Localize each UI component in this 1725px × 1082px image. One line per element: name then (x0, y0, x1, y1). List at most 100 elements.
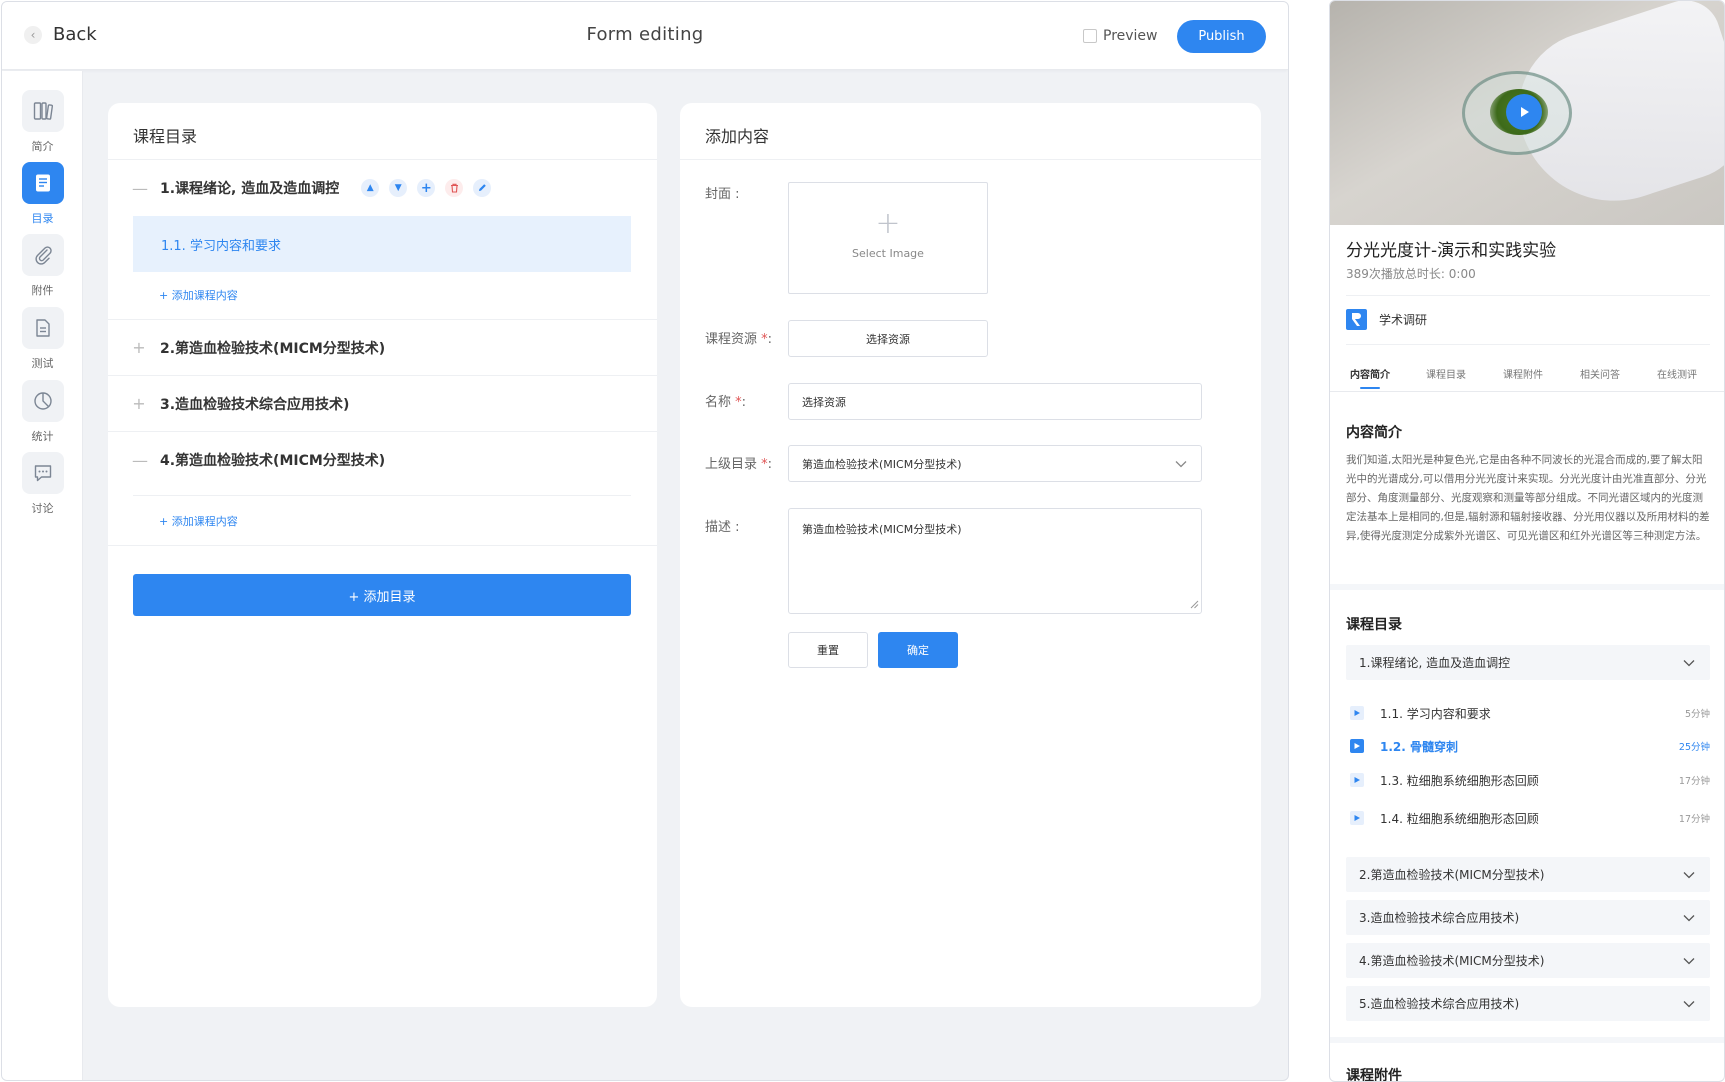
chapter-actions: ▲ ▼ + (361, 179, 501, 197)
publish-button[interactable]: Publish (1177, 20, 1266, 53)
mobile-preview: 分光光度计-演示和实践实验 389次播放总时长: 0:00 学术调研 内容简介 … (1329, 0, 1725, 1082)
lesson-item[interactable]: 1.4. 粒细胞系统细胞形态回顾 17分钟 (1346, 808, 1710, 828)
author-name: 学术调研 (1379, 313, 1428, 327)
add-content-link[interactable]: + 添加课程内容 (159, 513, 238, 529)
lesson-item[interactable]: 1.3. 粒细胞系统细胞形态回顾 17分钟 (1346, 770, 1710, 790)
expand-icon[interactable]: + (132, 338, 146, 357)
chapter-row[interactable]: + 3.造血检验技术综合应用技术) (108, 376, 657, 432)
chapter-row[interactable]: — 4.第造血检验技术(MICM分型技术) (108, 432, 657, 488)
resource-label: 课程资源 (705, 332, 758, 347)
video-meta: 389次播放总时长: 0:00 (1346, 267, 1476, 281)
catalog-sub-item[interactable]: 1.1. 学习内容和要求 (133, 216, 631, 272)
video-title: 分光光度计-演示和实践实验 (1346, 241, 1557, 261)
catalog-title: 课程目录 (108, 103, 657, 160)
chapter-accordion[interactable]: 3.造血检验技术综合应用技术) (1346, 900, 1710, 935)
chapter-accordion[interactable]: 2.第造血检验技术(MICM分型技术) (1346, 857, 1710, 892)
parent-select[interactable]: 第造血检验技术(MICM分型技术) (788, 445, 1202, 482)
add-content-link[interactable]: + 添加课程内容 (159, 287, 238, 303)
add-directory-button[interactable]: + 添加目录 (133, 574, 631, 616)
lesson-duration: 5分钟 (1684, 709, 1710, 720)
lesson-title: 1.2. 骨髓穿刺 (1380, 739, 1458, 754)
parent-label: 上级目录 (705, 457, 758, 472)
lesson-item[interactable]: 1.1. 学习内容和要求 5分钟 (1346, 703, 1710, 723)
catalog-heading: 课程目录 (1346, 617, 1402, 633)
divider (1330, 391, 1724, 392)
paperclip-icon (21, 234, 64, 276)
checkbox-icon[interactable] (1083, 29, 1097, 43)
nav-label: 目录 (31, 212, 54, 225)
divider (133, 495, 631, 496)
chapter-accordion[interactable]: 1.课程绪论, 造血及造血调控 (1346, 645, 1710, 680)
lesson-item[interactable]: 1.2. 骨髓穿刺 25分钟 (1346, 736, 1710, 756)
chapter-accordion[interactable]: 5.造血检验技术综合应用技术) (1346, 986, 1710, 1021)
attachments-heading: 课程附件 (1346, 1068, 1402, 1082)
tab-intro[interactable]: 内容简介 (1350, 366, 1390, 389)
chat-icon (21, 452, 64, 494)
top-bar: ‹ Back Form editing Preview Publish (2, 2, 1288, 70)
nav-item-catalog[interactable]: 目录 (2, 162, 83, 226)
confirm-button[interactable]: 确定 (878, 632, 958, 668)
chevron-down-icon (1682, 911, 1696, 928)
author-row[interactable]: 学术调研 (1346, 309, 1427, 330)
reset-button[interactable]: 重置 (788, 632, 868, 668)
nav-item-attachments[interactable]: 附件 (2, 234, 83, 298)
document-icon (21, 162, 64, 204)
cover-label: 封面 : (705, 187, 740, 202)
chevron-down-icon (1682, 997, 1696, 1014)
select-resource-button[interactable]: 选择资源 (788, 320, 988, 357)
colon: : (767, 457, 773, 472)
play-icon (1350, 773, 1364, 787)
section-divider (1330, 584, 1724, 590)
plus-icon: + (875, 206, 901, 241)
nav-label: 简介 (31, 140, 54, 153)
play-icon[interactable] (1506, 94, 1542, 130)
move-up-icon[interactable]: ▲ (361, 179, 380, 197)
intro-heading: 内容简介 (1346, 425, 1402, 441)
play-icon (1350, 811, 1364, 825)
tab-assessment[interactable]: 在线测评 (1657, 366, 1697, 381)
section-divider (1330, 1037, 1724, 1043)
chapter-accordion[interactable]: 4.第造血检验技术(MICM分型技术) (1346, 943, 1710, 978)
video-player[interactable] (1330, 1, 1724, 225)
add-content-panel: 添加内容 封面 : + Select Image 课程资源 *: 选择资源 名称… (680, 103, 1261, 1007)
tab-attachments[interactable]: 课程附件 (1503, 366, 1543, 381)
chapter-row[interactable]: + 2.第造血检验技术(MICM分型技术) (108, 320, 657, 376)
colon: : (741, 395, 747, 410)
catalog-panel: 课程目录 — 1.课程绪论, 造血及造血调控 ▲ ▼ + 1.1. 学习内容和要… (108, 103, 657, 1007)
collapse-icon[interactable]: — (132, 179, 148, 198)
chapter-name: 3.造血检验技术综合应用技术) (160, 396, 350, 413)
edit-icon[interactable] (473, 179, 492, 197)
name-input[interactable]: 选择资源 (788, 383, 1202, 420)
move-down-icon[interactable]: ▼ (389, 179, 408, 197)
desc-textarea[interactable]: 第造血检验技术(MICM分型技术) (788, 508, 1202, 614)
chapter-row[interactable]: — 1.课程绪论, 造血及造血调控 ▲ ▼ + (108, 160, 657, 216)
add-icon[interactable]: + (417, 179, 436, 197)
tab-catalog[interactable]: 课程目录 (1426, 366, 1466, 381)
nav-item-discussion[interactable]: 讨论 (2, 452, 83, 516)
book-icon (21, 90, 64, 132)
resource-label-row: 课程资源 *: (705, 328, 772, 347)
cover-upload[interactable]: + Select Image (788, 182, 988, 294)
preview-checkbox[interactable]: Preview (1083, 28, 1158, 44)
lesson-duration: 17分钟 (1678, 814, 1710, 825)
lesson-title: 1.3. 粒细胞系统细胞形态回顾 (1380, 773, 1539, 788)
chevron-down-icon (1174, 457, 1188, 474)
delete-icon[interactable] (445, 179, 464, 197)
expand-icon[interactable]: + (132, 394, 146, 413)
collapse-icon[interactable]: — (132, 451, 148, 470)
chevron-down-icon (1682, 954, 1696, 971)
chapter-title: 3.造血检验技术综合应用技术) (1359, 911, 1520, 925)
divider (108, 545, 657, 546)
play-icon (1350, 739, 1364, 753)
nav-label: 测试 (31, 357, 54, 370)
nav-label: 讨论 (31, 502, 54, 515)
name-label-row: 名称 *: (705, 391, 746, 410)
preview-label: Preview (1103, 28, 1158, 44)
chapter-name: 4.第造血检验技术(MICM分型技术) (160, 453, 386, 469)
tab-qa[interactable]: 相关问答 (1580, 366, 1620, 381)
nav-item-stats[interactable]: 统计 (2, 380, 83, 444)
nav-label: 附件 (31, 284, 54, 297)
nav-item-test[interactable]: 测试 (2, 307, 83, 371)
resize-handle-icon[interactable] (1190, 599, 1199, 612)
nav-item-intro[interactable]: 简介 (2, 90, 83, 154)
